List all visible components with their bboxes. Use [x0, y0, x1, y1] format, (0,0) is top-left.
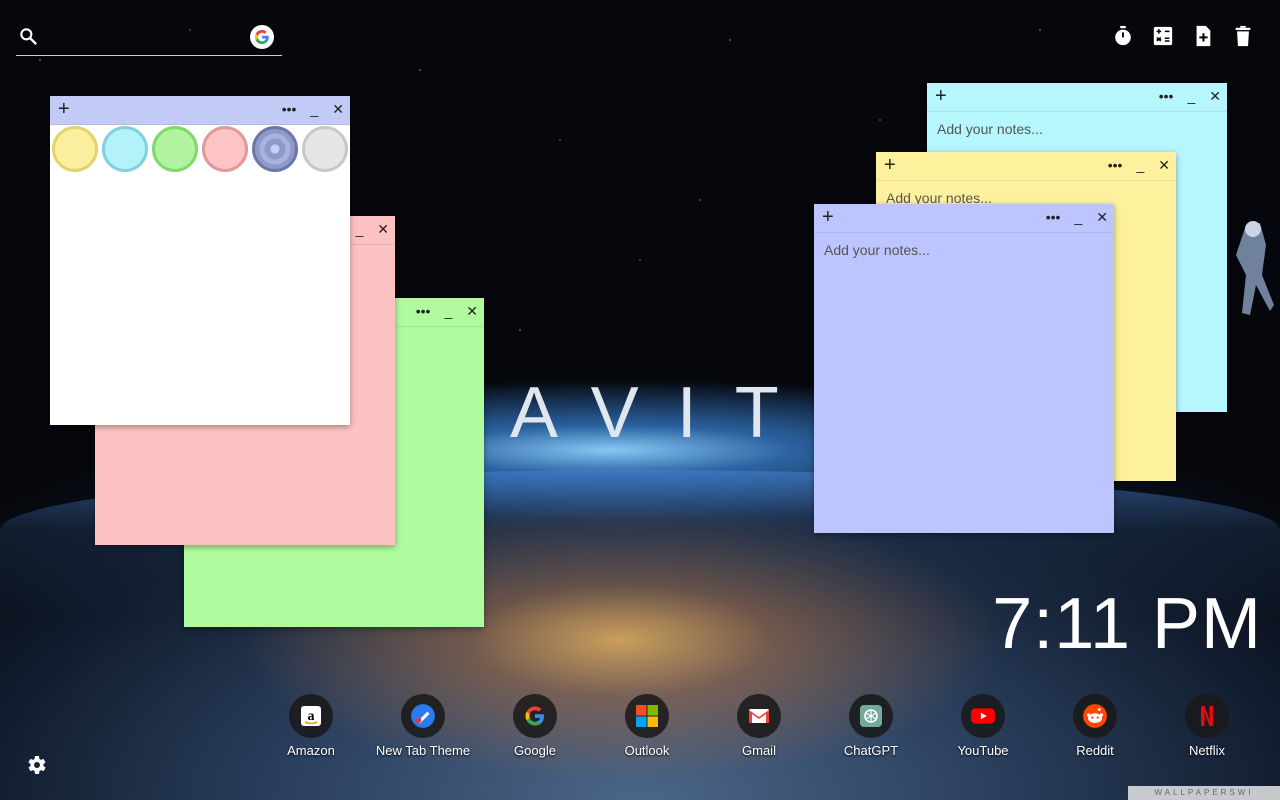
note-minimize-button[interactable]: _ — [1074, 208, 1082, 226]
new-note-icon[interactable] — [1192, 24, 1214, 48]
color-swatch[interactable] — [52, 126, 98, 172]
search-input[interactable] — [50, 24, 244, 52]
note-add-button[interactable]: + — [58, 99, 70, 119]
color-swatch[interactable] — [102, 126, 148, 172]
shortcut-bar: a Amazon New Tab Theme Google Outlook Gm — [255, 694, 1263, 758]
netflix-icon — [1185, 694, 1229, 738]
youtube-icon — [961, 694, 1005, 738]
note-controls: ••• _ ✕ — [1046, 208, 1108, 226]
note-menu-button[interactable]: ••• — [1159, 87, 1174, 105]
note-text-area[interactable] — [814, 232, 1114, 533]
shortcut-gmail[interactable]: Gmail — [703, 694, 815, 758]
note-minimize-button[interactable]: _ — [1187, 87, 1195, 105]
sticky-note-white[interactable]: + ••• _ ✕ — [50, 96, 350, 425]
note-close-button[interactable]: ✕ — [1096, 208, 1108, 226]
note-menu-button[interactable]: ••• — [282, 100, 297, 118]
clock: 7:11 PM — [992, 584, 1262, 664]
color-swatch[interactable] — [252, 126, 298, 172]
note-titlebar[interactable]: + ••• _ ✕ — [876, 152, 1176, 181]
shortcut-google[interactable]: Google — [479, 694, 591, 758]
google-icon — [513, 694, 557, 738]
note-close-button[interactable]: ✕ — [377, 220, 389, 238]
note-menu-button[interactable]: ••• — [1108, 156, 1123, 174]
outlook-icon — [625, 694, 669, 738]
shortcut-chatgpt[interactable]: ChatGPT — [815, 694, 927, 758]
shortcut-label: ChatGPT — [843, 743, 899, 758]
color-swatch[interactable] — [152, 126, 198, 172]
astronaut-image — [1236, 221, 1274, 315]
note-titlebar[interactable]: + ••• _ ✕ — [927, 83, 1227, 112]
shortcut-youtube[interactable]: YouTube — [927, 694, 1039, 758]
trash-icon[interactable] — [1232, 24, 1254, 48]
timer-icon[interactable] — [1112, 24, 1134, 48]
note-controls: ••• _ ✕ — [416, 302, 478, 320]
shortcut-label: Outlook — [624, 743, 670, 758]
google-search-icon[interactable] — [250, 25, 274, 49]
note-titlebar[interactable]: + ••• _ ✕ — [814, 204, 1114, 233]
note-minimize-button[interactable]: _ — [444, 302, 452, 320]
gmail-icon — [737, 694, 781, 738]
note-menu-button[interactable]: ••• — [416, 302, 431, 320]
search-bar — [16, 22, 282, 56]
shortcut-label: New Tab Theme — [375, 743, 471, 758]
note-minimize-button[interactable]: _ — [1136, 156, 1144, 174]
wallpaper-watermark: WALLPAPERSWI — [1128, 786, 1280, 800]
note-close-button[interactable]: ✕ — [1158, 156, 1170, 174]
wallpaper-title: AVIT — [510, 373, 817, 453]
shortcut-new-tab-theme[interactable]: New Tab Theme — [367, 694, 479, 758]
shortcut-label: Netflix — [1188, 743, 1226, 758]
note-add-button[interactable]: + — [822, 207, 834, 227]
note-controls: ••• _ ✕ — [1108, 156, 1170, 174]
note-controls: ••• _ ✕ — [282, 100, 344, 118]
reddit-icon — [1073, 694, 1117, 738]
shortcut-outlook[interactable]: Outlook — [591, 694, 703, 758]
calculator-icon[interactable] — [1152, 24, 1174, 48]
svg-text:a: a — [308, 709, 315, 724]
shortcut-amazon[interactable]: a Amazon — [255, 694, 367, 758]
shortcut-label: Google — [514, 743, 556, 758]
color-picker — [50, 124, 350, 174]
note-minimize-button[interactable]: _ — [310, 100, 318, 118]
color-swatch[interactable] — [202, 126, 248, 172]
shortcut-label: YouTube — [957, 743, 1009, 758]
settings-gear-icon[interactable] — [24, 753, 48, 777]
search-icon[interactable] — [18, 26, 38, 46]
shortcut-label: Gmail — [742, 743, 776, 758]
shortcut-reddit[interactable]: Reddit — [1039, 694, 1151, 758]
note-add-button[interactable]: + — [935, 86, 947, 106]
note-add-button[interactable]: + — [884, 155, 896, 175]
color-swatch[interactable] — [302, 126, 348, 172]
note-close-button[interactable]: ✕ — [466, 302, 478, 320]
chatgpt-icon — [849, 694, 893, 738]
top-toolbar — [1112, 24, 1254, 48]
amazon-icon: a — [289, 694, 333, 738]
note-close-button[interactable]: ✕ — [1209, 87, 1221, 105]
sticky-note-blue[interactable]: + ••• _ ✕ — [814, 204, 1114, 533]
note-titlebar[interactable]: + ••• _ ✕ — [50, 96, 350, 125]
new-tab-theme-icon — [401, 694, 445, 738]
note-minimize-button[interactable]: _ — [355, 220, 363, 238]
note-menu-button[interactable]: ••• — [1046, 208, 1061, 226]
note-controls: ••• _ ✕ — [1159, 87, 1221, 105]
shortcut-label: Reddit — [1076, 743, 1114, 758]
note-close-button[interactable]: ✕ — [332, 100, 344, 118]
shortcut-label: Amazon — [287, 743, 335, 758]
shortcut-netflix[interactable]: Netflix — [1151, 694, 1263, 758]
